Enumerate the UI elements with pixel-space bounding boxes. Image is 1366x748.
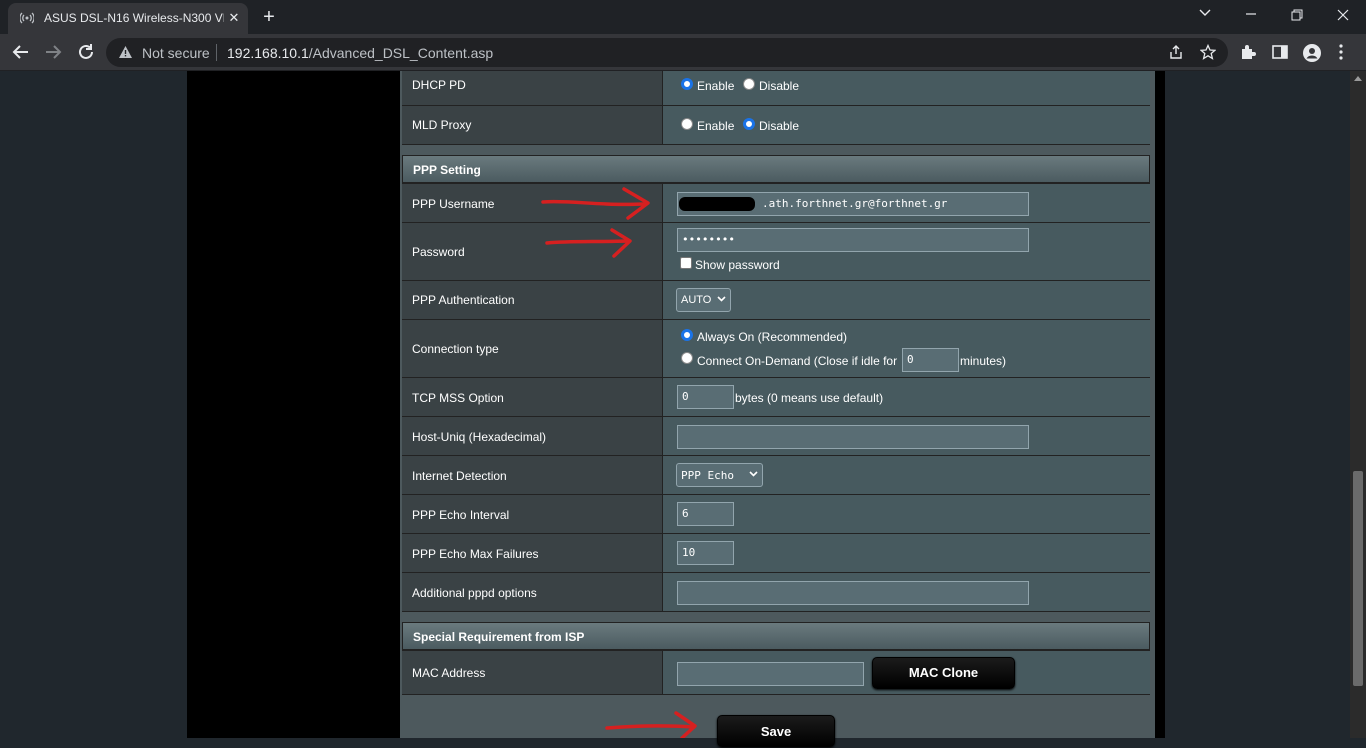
row-ppp-auth: PPP Authentication AUTO: [402, 280, 1150, 319]
host-uniq-label: Host-Uniq (Hexadecimal): [412, 430, 547, 444]
forward-icon[interactable]: [43, 42, 65, 64]
menu-kebab-icon[interactable]: [1338, 43, 1344, 61]
password-label: Password: [412, 245, 465, 259]
dhcp-pd-disable-label[interactable]: Disable: [759, 79, 799, 93]
bookmark-star-icon[interactable]: [1200, 44, 1216, 60]
tcp-mss-label: TCP MSS Option: [412, 391, 504, 405]
reload-icon[interactable]: [76, 42, 98, 64]
chevron-down-icon: [717, 296, 726, 302]
tab-title: ASUS DSL-N16 Wireless-N300 VD: [44, 11, 224, 25]
on-demand-radio[interactable]: [681, 352, 693, 364]
dhcp-pd-enable-label[interactable]: Enable: [697, 79, 734, 93]
browser-tab[interactable]: ASUS DSL-N16 Wireless-N300 VD ✕: [8, 3, 248, 34]
vertical-scrollbar[interactable]: [1350, 71, 1366, 738]
save-button[interactable]: Save: [717, 715, 835, 747]
browser-toolbar: Not secure 192.168.10.1/Advanced_DSL_Con…: [0, 34, 1366, 71]
dhcp-pd-disable-radio[interactable]: [743, 78, 755, 90]
section-header-ppp: PPP Setting: [402, 155, 1150, 183]
host-uniq-input[interactable]: [677, 425, 1029, 449]
profile-icon[interactable]: [1302, 43, 1322, 63]
address-bar[interactable]: Not secure 192.168.10.1/Advanced_DSL_Con…: [106, 38, 1228, 67]
row-ppp-username: PPP Username .ath.forthnet.gr@forthnet.g…: [402, 183, 1150, 222]
restore-icon[interactable]: [1282, 4, 1312, 26]
tcp-mss-note: bytes (0 means use default): [735, 391, 884, 405]
ppp-auth-select[interactable]: AUTO: [676, 288, 731, 312]
ppp-username-label: PPP Username: [412, 197, 495, 211]
scroll-up-icon[interactable]: [1354, 75, 1362, 81]
warning-icon: [119, 46, 132, 58]
ppp-echo-interval-label: PPP Echo Interval: [412, 508, 510, 522]
row-internet-detection: Internet Detection PPP Echo: [402, 455, 1150, 494]
tab-search-icon[interactable]: [1190, 4, 1220, 26]
right-border: [1155, 71, 1165, 738]
url-text[interactable]: 192.168.10.1/Advanced_DSL_Content.asp: [227, 45, 493, 61]
security-label[interactable]: Not secure: [142, 45, 210, 61]
url-host: 192.168.10.1: [227, 45, 309, 61]
left-menu-area: [187, 71, 400, 738]
internet-detection-label: Internet Detection: [412, 469, 507, 483]
row-mac-address: MAC Address MAC Clone: [402, 650, 1150, 694]
row-connection-type: Connection type Always On (Recommended) …: [402, 319, 1150, 377]
isp-section-title: Special Requirement from ISP: [413, 630, 585, 644]
mld-proxy-label: MLD Proxy: [412, 118, 472, 132]
url-separator: [216, 44, 217, 61]
additional-pppd-label: Additional pppd options: [412, 586, 537, 600]
minimize-icon[interactable]: [1236, 4, 1266, 26]
chevron-down-icon: [749, 471, 758, 477]
row-mld-proxy: MLD Proxy Enable Disable: [402, 105, 1150, 144]
mac-address-input[interactable]: [677, 662, 864, 686]
dhcp-pd-label: DHCP PD: [412, 78, 466, 92]
dhcp-pd-enable-radio[interactable]: [681, 78, 693, 90]
ppp-echo-max-failures-input[interactable]: 10: [677, 541, 734, 565]
extensions-icon[interactable]: [1239, 43, 1257, 61]
row-password: Password •••••••• Show password: [402, 222, 1150, 280]
ppp-echo-max-failures-label: PPP Echo Max Failures: [412, 547, 539, 561]
mac-clone-button[interactable]: MAC Clone: [872, 657, 1015, 689]
ppp-auth-label: PPP Authentication: [412, 293, 515, 307]
back-icon[interactable]: [11, 42, 33, 64]
mld-proxy-enable-label[interactable]: Enable: [697, 119, 734, 133]
row-dhcp-pd: DHCP PD Enable Disable: [402, 71, 1150, 105]
side-panel-icon[interactable]: [1271, 43, 1289, 61]
new-tab-icon[interactable]: +: [258, 6, 280, 28]
annotation-arrow-icon: [545, 228, 632, 258]
additional-pppd-input[interactable]: [677, 581, 1029, 605]
idle-minutes-input[interactable]: 0: [902, 348, 959, 372]
mld-proxy-disable-radio[interactable]: [743, 118, 755, 130]
ppp-auth-value: AUTO: [681, 294, 712, 306]
annotation-arrow-icon: [541, 187, 650, 220]
password-input[interactable]: ••••••••: [677, 228, 1029, 252]
mld-proxy-disable-label[interactable]: Disable: [759, 119, 799, 133]
close-window-icon[interactable]: [1328, 4, 1358, 26]
share-icon[interactable]: [1168, 44, 1184, 60]
show-password-checkbox[interactable]: [680, 257, 692, 269]
close-tab-icon[interactable]: ✕: [226, 10, 242, 26]
row-ppp-echo-max-failures: PPP Echo Max Failures 10: [402, 533, 1150, 572]
always-on-radio[interactable]: [681, 329, 693, 341]
idle-unit-label: minutes): [960, 354, 1007, 368]
internet-detection-value: PPP Echo: [681, 469, 734, 482]
redaction-mark: [679, 197, 755, 211]
wireless-icon: [20, 12, 34, 24]
scrollbar-thumb[interactable]: [1353, 471, 1363, 686]
mld-proxy-enable-radio[interactable]: [681, 118, 693, 130]
ppp-echo-interval-input[interactable]: 6: [677, 502, 734, 526]
tab-strip: ASUS DSL-N16 Wireless-N300 VD ✕ +: [0, 0, 1366, 34]
on-demand-label[interactable]: Connect On-Demand (Close if idle for: [697, 354, 897, 368]
ppp-section-title: PPP Setting: [413, 163, 481, 177]
show-password-label[interactable]: Show password: [695, 258, 780, 272]
row-additional-pppd: Additional pppd options: [402, 572, 1150, 611]
mac-address-label: MAC Address: [412, 666, 486, 680]
row-tcp-mss: TCP MSS Option 0 bytes (0 means use defa…: [402, 377, 1150, 416]
tcp-mss-input[interactable]: 0: [677, 385, 734, 409]
section-header-isp: Special Requirement from ISP: [402, 622, 1150, 650]
internet-detection-select[interactable]: PPP Echo: [676, 463, 763, 487]
row-ppp-echo-interval: PPP Echo Interval 6: [402, 494, 1150, 533]
connection-type-label: Connection type: [412, 342, 499, 356]
always-on-label[interactable]: Always On (Recommended): [697, 330, 847, 344]
annotation-arrow-icon: [605, 711, 697, 738]
row-host-uniq: Host-Uniq (Hexadecimal): [402, 416, 1150, 455]
url-path: /Advanced_DSL_Content.asp: [308, 45, 494, 61]
